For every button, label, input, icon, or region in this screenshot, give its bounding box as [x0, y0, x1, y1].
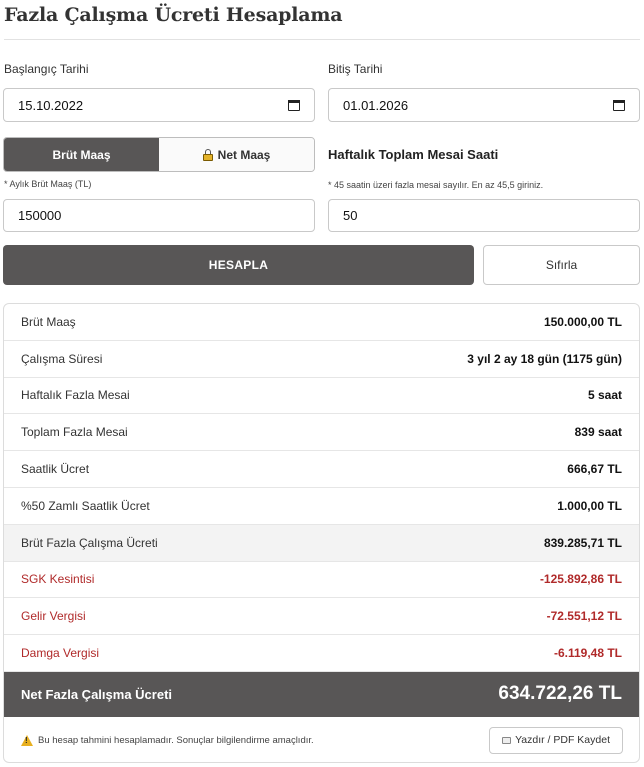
net-total-label: Net Fazla Çalışma Ücreti — [21, 686, 173, 702]
disclaimer: Bu hesap tahmini hesaplamadır. Sonuçlar … — [21, 734, 314, 746]
result-row-value: 839.285,71 TL — [543, 535, 622, 550]
weekly-hours-label: Haftalık Toplam Mesai Saati — [328, 147, 499, 162]
warning-icon — [21, 734, 33, 746]
result-row-label: Saatlik Ücret — [21, 462, 90, 477]
start-date-input[interactable]: 15.10.2022 — [3, 88, 315, 122]
results-footer: Bu hesap tahmini hesaplamadır. Sonuçlar … — [4, 717, 639, 762]
result-row: Toplam Fazla Mesai 839 saat — [4, 414, 639, 452]
result-row-value: -72.551,12 TL — [546, 609, 622, 624]
result-row: Brüt Fazla Çalışma Ücreti 839.285,71 TL — [4, 524, 639, 562]
result-row-label: %50 Zamlı Saatlik Ücret — [21, 498, 150, 513]
result-row-label: Haftalık Fazla Mesai — [21, 388, 130, 403]
result-row-label: Toplam Fazla Mesai — [21, 425, 128, 440]
net-total-row: Net Fazla Çalışma Ücreti 634.722,26 TL — [4, 671, 639, 717]
calendar-icon[interactable] — [288, 100, 300, 111]
result-row-value: -6.119,48 TL — [553, 646, 622, 661]
result-row-label: Çalışma Süresi — [21, 351, 103, 366]
gross-salary-tab[interactable]: Brüt Maaş — [4, 138, 159, 171]
printer-icon — [502, 736, 512, 744]
result-row-label: Brüt Fazla Çalışma Ücreti — [21, 535, 158, 550]
start-date-value: 15.10.2022 — [18, 97, 84, 113]
calculate-button[interactable]: HESAPLA — [3, 245, 474, 285]
result-row-value: 1.000,00 TL — [557, 498, 622, 513]
result-row-value: 150.000,00 TL — [543, 314, 622, 329]
start-date-label: Başlangıç Tarihi — [4, 62, 89, 76]
result-row: Saatlik Ücret 666,67 TL — [4, 451, 639, 488]
result-row: Brüt Maaş 150.000,00 TL — [4, 304, 639, 341]
result-row-value: -125.892,86 TL — [539, 572, 622, 587]
salary-input[interactable]: 150000 — [3, 199, 315, 232]
result-row: Haftalık Fazla Mesai 5 saat — [4, 378, 639, 415]
result-row-value: 3 yıl 2 ay 18 gün (1175 gün) — [467, 351, 622, 366]
result-row: %50 Zamlı Saatlik Ücret 1.000,00 TL — [4, 488, 639, 525]
result-row-value: 666,67 TL — [567, 462, 622, 477]
result-row-label: Damga Vergisi — [21, 646, 100, 661]
result-row-label: Brüt Maaş — [21, 314, 76, 329]
result-row: Gelir Vergisi -72.551,12 TL — [4, 598, 639, 636]
results-list: Brüt Maaş 150.000,00 TL Çalışma Süresi 3 yı… — [4, 304, 639, 672]
disclaimer-text: Bu hesap tahmini hesaplamadır. Sonuçlar … — [38, 734, 314, 746]
calendar-icon[interactable] — [613, 100, 625, 111]
net-salary-tab-label: Net Maaş — [217, 147, 271, 162]
reset-button[interactable]: Sıfırla — [483, 245, 640, 285]
result-row: Damga Vergisi -6.119,48 TL — [4, 635, 639, 672]
net-salary-tab[interactable]: Net Maaş — [159, 138, 314, 171]
result-row-label: Gelir Vergisi — [21, 609, 86, 624]
end-date-value: 01.01.2026 — [343, 97, 409, 113]
hours-hint: * 45 saatin üzeri fazla mesai sayılır. E… — [328, 180, 544, 190]
salary-input-value: 150000 — [18, 208, 62, 223]
result-row: SGK Kesintisi -125.892,86 TL — [4, 562, 639, 599]
salary-hint: * Aylık Brüt Maaş (TL) — [4, 179, 92, 189]
end-date-label: Bitiş Tarihi — [328, 62, 383, 76]
lock-icon — [202, 148, 213, 161]
gross-salary-tab-label: Brüt Maaş — [52, 147, 111, 162]
result-row-value: 839 saat — [574, 425, 622, 440]
salary-type-toggle: Brüt Maaş Net Maaş — [3, 137, 315, 172]
end-date-input[interactable]: 01.01.2026 — [328, 88, 640, 122]
print-pdf-button[interactable]: Yazdır / PDF Kaydet — [489, 726, 623, 754]
print-pdf-label: Yazdır / PDF Kaydet — [515, 734, 610, 747]
result-row-value: 5 saat — [587, 388, 622, 403]
page-title: Fazla Çalışma Ücreti Hesaplama — [4, 4, 343, 26]
result-row: Çalışma Süresi 3 yıl 2 ay 18 gün (1175 gü… — [4, 341, 639, 378]
results-panel: Brüt Maaş 150.000,00 TL Çalışma Süresi 3 yı… — [3, 303, 640, 763]
title-divider — [4, 39, 640, 40]
weekly-hours-value: 50 — [343, 208, 358, 223]
result-row-label: SGK Kesintisi — [21, 572, 95, 587]
net-total-value: 634.722,26 TL — [498, 683, 622, 705]
weekly-hours-input[interactable]: 50 — [328, 199, 640, 232]
